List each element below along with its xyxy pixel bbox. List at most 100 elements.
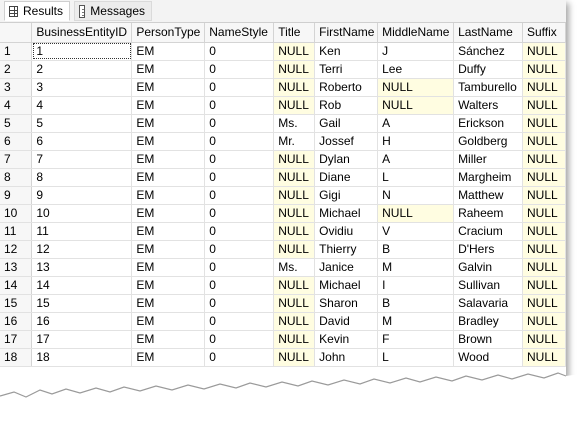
row-number[interactable]: 12 [0,240,33,259]
grid-cell[interactable]: 0 [204,348,275,367]
grid-cell[interactable]: NULL [273,240,316,259]
grid-cell[interactable]: 0 [204,294,275,313]
grid-cell[interactable]: B [377,294,455,313]
grid-cell[interactable]: 15 [31,294,133,313]
grid-cell[interactable]: Sullivan [453,276,523,295]
row-number[interactable]: 14 [0,276,33,295]
grid-cell[interactable]: 0 [204,150,275,169]
grid-cell[interactable]: NULL [273,186,316,205]
grid-cell[interactable]: EM [131,258,206,277]
tab-results[interactable]: Results [4,1,70,21]
grid-cell[interactable]: Jossef [314,132,379,151]
grid-cell[interactable]: Michael [314,204,379,223]
grid-cell[interactable]: 7 [31,150,133,169]
grid-cell[interactable]: NULL [273,312,316,331]
grid-cell[interactable]: NULL [273,294,316,313]
table-row[interactable]: 7 7 EM 0 NULL Dylan A Miller NULL [0,150,566,169]
grid-cell[interactable]: Miller [453,150,523,169]
grid-cell[interactable]: Salavaria [453,294,523,313]
grid-cell[interactable]: L [377,348,455,367]
col-lastname[interactable]: LastName [453,23,523,43]
grid-cell[interactable]: NULL [522,330,566,349]
table-row[interactable]: 8 8 EM 0 NULL Diane L Margheim NULL [0,168,566,187]
table-row[interactable]: 3 3 EM 0 NULL Roberto NULL Tamburello NULL [0,78,566,97]
table-row[interactable]: 13 13 EM 0 Ms. Janice M Galvin NULL [0,258,566,277]
grid-cell[interactable]: NULL [522,132,566,151]
grid-cell[interactable]: Goldberg [453,132,523,151]
grid-cell[interactable]: Ken [314,42,379,61]
row-number[interactable]: 13 [0,258,33,277]
table-row[interactable]: 18 18 EM 0 NULL John L Wood NULL [0,348,566,367]
grid-cell[interactable]: 3 [31,78,133,97]
grid-cell[interactable]: 9 [31,186,133,205]
grid-cell[interactable]: Rob [314,96,379,115]
grid-cell[interactable]: NULL [522,150,566,169]
grid-cell[interactable]: NULL [522,186,566,205]
grid-cell[interactable]: NULL [377,204,455,223]
table-row[interactable]: 4 4 EM 0 NULL Rob NULL Walters NULL [0,96,566,115]
grid-cell[interactable]: NULL [522,42,566,61]
grid-cell[interactable]: 0 [204,330,275,349]
grid-cell[interactable]: 0 [204,222,275,241]
grid-cell[interactable]: Margheim [453,168,523,187]
table-row[interactable]: 16 16 EM 0 NULL David M Bradley NULL [0,312,566,331]
grid-cell[interactable]: 18 [31,348,133,367]
grid-cell[interactable]: NULL [522,348,566,367]
grid-cell[interactable]: NULL [273,204,316,223]
grid-cell[interactable]: NULL [273,150,316,169]
grid-cell[interactable]: 6 [31,132,133,151]
grid-cell[interactable]: Bradley [453,312,523,331]
grid-cell[interactable]: 11 [31,222,133,241]
grid-cell[interactable]: V [377,222,455,241]
row-number[interactable]: 3 [0,78,33,97]
grid-cell[interactable]: NULL [273,348,316,367]
grid-cell[interactable]: Erickson [453,114,523,133]
grid-cell[interactable]: NULL [522,168,566,187]
grid-cell[interactable]: David [314,312,379,331]
grid-cell[interactable]: NULL [273,60,316,79]
grid-cell[interactable]: EM [131,294,206,313]
row-number[interactable]: 7 [0,150,33,169]
grid-cell[interactable]: 12 [31,240,133,259]
table-row[interactable]: 5 5 EM 0 Ms. Gail A Erickson NULL [0,114,566,133]
grid-cell[interactable]: D'Hers [453,240,523,259]
row-number[interactable]: 15 [0,294,33,313]
grid-cell[interactable]: EM [131,240,206,259]
row-number[interactable]: 11 [0,222,33,241]
grid-cell[interactable]: 0 [204,114,275,133]
grid-cell[interactable]: Thierry [314,240,379,259]
grid-cell[interactable]: Sánchez [453,42,523,61]
grid-cell[interactable]: Gail [314,114,379,133]
grid-cell[interactable]: Cracium [453,222,523,241]
grid-cell[interactable]: 17 [31,330,133,349]
grid-cell[interactable]: NULL [522,240,566,259]
grid-cell[interactable]: NULL [522,78,566,97]
table-row[interactable]: 6 6 EM 0 Mr. Jossef H Goldberg NULL [0,132,566,151]
grid-cell[interactable]: L [377,168,455,187]
grid-cell[interactable]: EM [131,330,206,349]
grid-cell[interactable]: Matthew [453,186,523,205]
grid-cell[interactable]: 14 [31,276,133,295]
grid-cell[interactable]: J [377,42,455,61]
grid-cell[interactable]: John [314,348,379,367]
grid-cell[interactable]: Raheem [453,204,523,223]
grid-cell[interactable]: 0 [204,258,275,277]
grid-cell[interactable]: Wood [453,348,523,367]
col-persontype[interactable]: PersonType [131,23,206,43]
grid-cell[interactable]: Roberto [314,78,379,97]
grid-cell[interactable]: EM [131,312,206,331]
table-row[interactable]: 9 9 EM 0 NULL Gigi N Matthew NULL [0,186,566,205]
grid-cell[interactable]: M [377,312,455,331]
grid-cell[interactable]: 8 [31,168,133,187]
grid-cell[interactable]: NULL [273,222,316,241]
grid-cell[interactable]: Duffy [453,60,523,79]
row-number[interactable]: 5 [0,114,33,133]
grid-cell[interactable]: 0 [204,276,275,295]
table-row[interactable]: 11 11 EM 0 NULL Ovidiu V Cracium NULL [0,222,566,241]
grid-cell[interactable]: NULL [273,330,316,349]
col-businessentityid[interactable]: BusinessEntityID [31,23,133,43]
table-row[interactable]: 14 14 EM 0 NULL Michael I Sullivan NULL [0,276,566,295]
grid-cell[interactable]: Dylan [314,150,379,169]
grid-cell[interactable]: NULL [273,168,316,187]
table-row[interactable]: 2 2 EM 0 NULL Terri Lee Duffy NULL [0,60,566,79]
